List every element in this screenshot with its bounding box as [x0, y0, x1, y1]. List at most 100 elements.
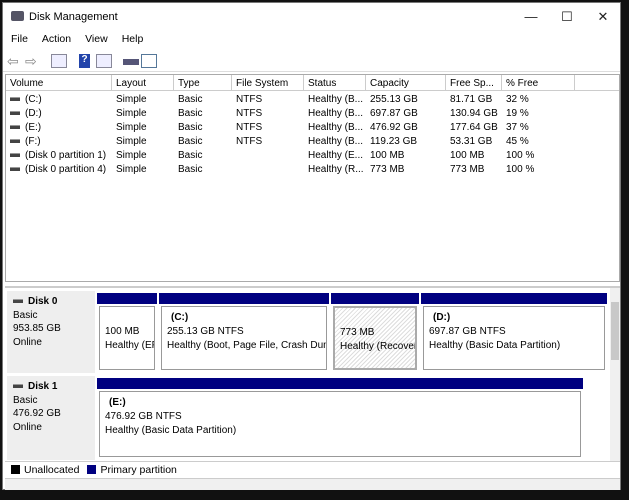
table-row[interactable]: (E:) Simple Basic NTFS Healthy (B... 476.92 G…	[6, 121, 619, 135]
column-header-volume[interactable]: Volume	[6, 75, 112, 91]
status-bar	[5, 478, 620, 490]
column-header-layout[interactable]: Layout	[112, 75, 174, 91]
partition-status: Healthy (Basic Data Partition)	[429, 340, 561, 351]
cell-capacity: 119.23 GB	[370, 136, 418, 147]
cell-status: Healthy (R...	[308, 164, 364, 175]
properties-icon[interactable]	[141, 54, 157, 68]
table-row[interactable]: (Disk 0 partition 4) Simple Basic Healthy (…	[6, 163, 619, 177]
cell-capacity: 255.13 GB	[370, 94, 418, 105]
menu-action[interactable]: Action	[42, 33, 71, 45]
partition-block[interactable]: (E:) 476.92 GB NTFS Healthy (Basic Data …	[99, 391, 581, 457]
column-header-capacity[interactable]: Capacity	[366, 75, 446, 91]
vertical-scrollbar[interactable]	[610, 288, 620, 461]
cell-layout: Simple	[116, 94, 147, 105]
volume-icon	[10, 97, 20, 102]
cell-free-sp: 53.31 GB	[450, 136, 493, 147]
column-header-type[interactable]: Type	[174, 75, 232, 91]
partition-size: 476.92 GB NTFS	[105, 411, 182, 422]
disk-type: Basic	[13, 309, 38, 321]
forward-icon[interactable]: ⇨	[25, 54, 41, 68]
partition-type-bar	[97, 293, 157, 304]
volume-name: (Disk 0 partition 4)	[25, 164, 107, 175]
volume-name: (Disk 0 partition 1)	[25, 150, 107, 161]
cell-type: Basic	[178, 94, 203, 105]
cell-file-system: NTFS	[236, 108, 263, 119]
disk-management-window: Disk Management — ☐ ✕ File Action View H…	[2, 2, 621, 490]
cell-type: Basic	[178, 164, 203, 175]
volume-icon	[10, 167, 20, 172]
cell-capacity: 773 MB	[370, 164, 405, 175]
partition-block[interactable]: (D:) 697.87 GB NTFS Healthy (Basic Data …	[423, 306, 605, 370]
cell-file-system	[232, 163, 304, 177]
cell-free-sp: 130.94 GB	[450, 108, 498, 119]
column-header-free-sp[interactable]: Free Sp...	[446, 75, 502, 91]
cell-file-system: NTFS	[236, 122, 263, 133]
cell-volume: (F:)	[6, 135, 112, 149]
console-tree-icon[interactable]	[51, 54, 67, 68]
table-row[interactable]: (Disk 0 partition 1) Simple Basic Healthy (…	[6, 149, 619, 163]
partition-status: Healthy (Basic Data Partition)	[105, 425, 237, 436]
volume-name: (D:)	[25, 108, 42, 119]
title-bar: Disk Management — ☐ ✕	[3, 3, 620, 31]
toolbar: ⇦ ⇨ ?	[3, 50, 620, 72]
partition-block[interactable]: (C:) 255.13 GB NTFS Healthy (Boot, Page …	[161, 306, 327, 370]
cell-capacity: 476.92 GB	[370, 122, 418, 133]
disk-icon	[13, 384, 23, 389]
partition-type-bar	[97, 378, 583, 389]
disk-icon	[13, 299, 23, 304]
cell-capacity: 100 MB	[370, 150, 405, 161]
cell--free: 32 %	[506, 94, 529, 105]
disk-label-0[interactable]: Disk 0 Basic 953.85 GB Online	[7, 291, 95, 373]
column-header-file-system[interactable]: File System	[232, 75, 304, 91]
cell-free-sp: 100 MB	[450, 150, 485, 161]
cell-volume: (E:)	[6, 121, 112, 135]
menu-view[interactable]: View	[85, 33, 108, 45]
rescan-disk-icon[interactable]	[123, 59, 139, 65]
volume-icon	[10, 153, 20, 158]
minimize-button[interactable]: —	[513, 7, 549, 27]
disk-label-1[interactable]: Disk 1 Basic 476.92 GB Online	[7, 376, 95, 460]
disk-size: 476.92 GB	[13, 408, 61, 419]
column-header--free[interactable]: % Free	[502, 75, 575, 91]
back-icon[interactable]: ⇦	[7, 54, 23, 68]
partition-size: 255.13 GB NTFS	[167, 326, 244, 337]
help-icon[interactable]: ?	[79, 54, 90, 68]
disk-size: 953.85 GB	[13, 323, 61, 334]
disk-name: Disk 0	[28, 296, 58, 307]
list-header: Volume Layout Type File System Status Capacit…	[6, 75, 619, 91]
cell-type: Basic	[178, 150, 203, 161]
cell-free-sp: 177.64 GB	[450, 122, 498, 133]
menu-help[interactable]: Help	[122, 33, 144, 45]
partition-size: 773 MB	[340, 327, 375, 338]
menu-file[interactable]: File	[11, 33, 28, 45]
app-icon	[11, 11, 24, 21]
partition-block[interactable]: 773 MB Healthy (Recovery	[333, 306, 417, 370]
volume-name: (F:)	[25, 136, 41, 147]
partition-block[interactable]: 100 MB Healthy (EF	[99, 306, 155, 370]
partition-status: Healthy (Boot, Page File, Crash Dum	[167, 340, 326, 351]
volume-name: (E:)	[25, 122, 42, 133]
table-row[interactable]: (D:) Simple Basic NTFS Healthy (B... 697.87 G…	[6, 107, 619, 121]
action-pane-icon[interactable]	[96, 54, 112, 68]
cell-status: Healthy (E...	[308, 150, 364, 161]
cell-free-sp: 773 MB	[450, 164, 485, 175]
legend-unallocated: Unallocated	[24, 463, 80, 476]
close-button[interactable]: ✕	[585, 7, 621, 27]
cell-status: Healthy (B...	[308, 94, 364, 105]
table-row[interactable]: (C:) Simple Basic NTFS Healthy (B... 255.13 G…	[6, 93, 619, 107]
volume-name: (C:)	[25, 94, 42, 105]
scrollbar-thumb[interactable]	[611, 302, 619, 360]
partition-label: (D:)	[433, 312, 451, 323]
cell-file-system: NTFS	[236, 94, 263, 105]
partition-status: Healthy (EF	[105, 340, 154, 351]
volume-icon	[10, 111, 20, 116]
column-header-status[interactable]: Status	[304, 75, 366, 91]
cell-type: Basic	[178, 108, 203, 119]
cell-capacity: 697.87 GB	[370, 108, 418, 119]
cell--free: 100 %	[506, 164, 535, 175]
cell-free-sp: 81.71 GB	[450, 94, 493, 105]
table-row[interactable]: (F:) Simple Basic NTFS Healthy (B... 119.23 G…	[6, 135, 619, 149]
window-title: Disk Management	[29, 11, 118, 23]
maximize-button[interactable]: ☐	[549, 7, 585, 27]
partition-label: (E:)	[109, 397, 126, 408]
